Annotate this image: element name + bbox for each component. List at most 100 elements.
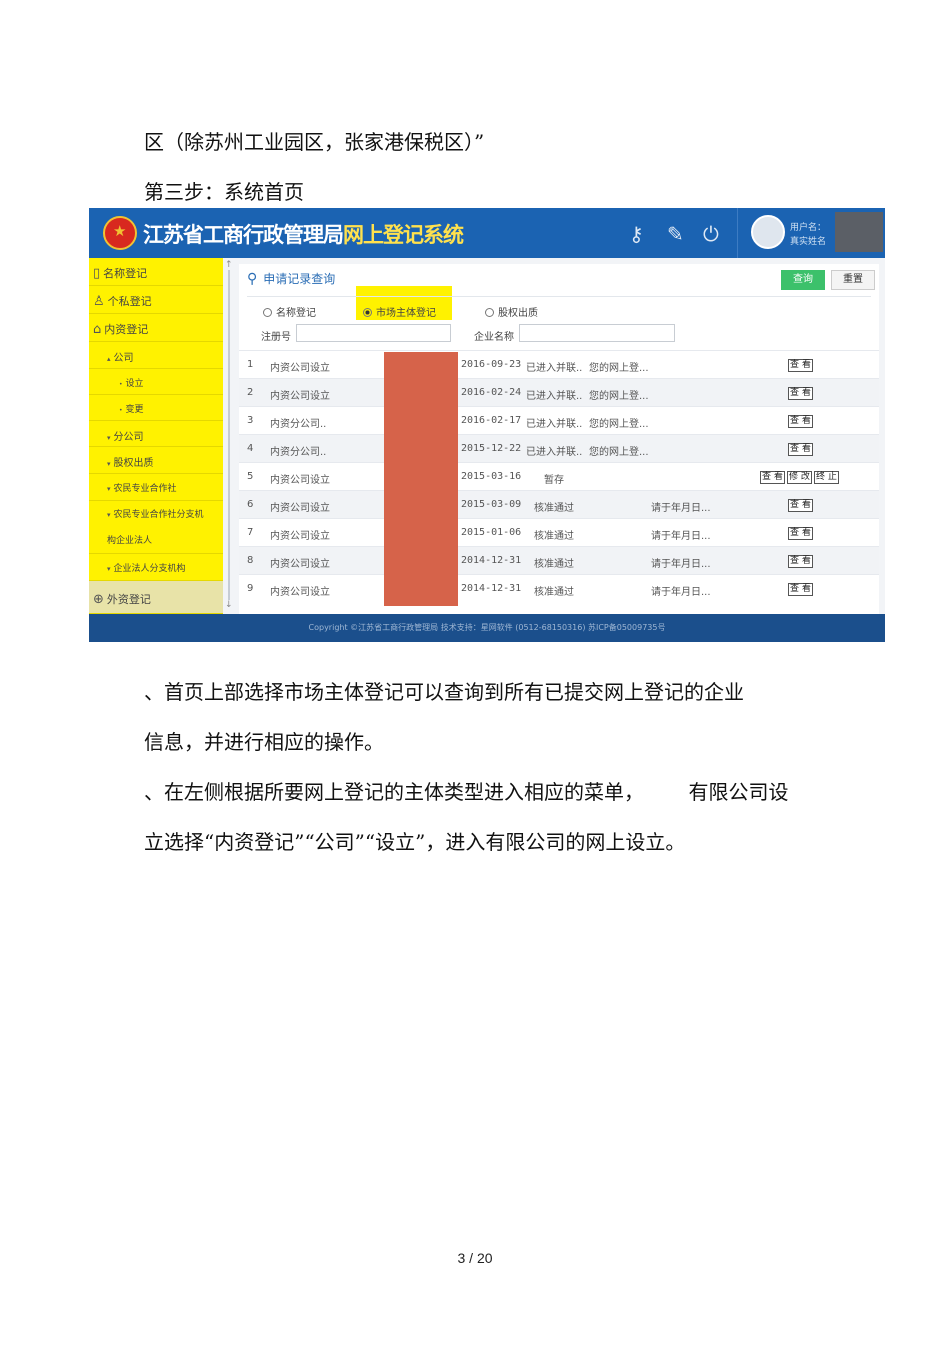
sidebar-item-coop-branch[interactable]: ▾ 农民专业合作社分支机 [89, 501, 223, 527]
radio-checked-icon [363, 308, 372, 317]
sidebar-item-label: 个私登记 [107, 295, 152, 308]
row-date: 2014-12-31 [461, 555, 522, 566]
row-note: 您的网上登... [589, 419, 649, 430]
building-icon: ⌂ [93, 322, 102, 337]
sidebar-item-branch[interactable]: ▾ 分公司 [89, 421, 223, 447]
row-status: 已进入并联.. [526, 363, 583, 374]
power-icon[interactable]: ⏻ [703, 222, 719, 246]
row-date: 2015-12-22 [461, 443, 522, 454]
view-button[interactable]: 查 看 [788, 415, 813, 428]
sidebar-item-coop[interactable]: ▾ 农民专业合作社 [89, 474, 223, 501]
row-type: 内资公司设立 [270, 475, 330, 486]
row-note: 您的网上登... [589, 391, 649, 402]
dot-icon: • [119, 381, 123, 388]
sidebar-item-label: 公司 [113, 353, 134, 364]
doc-paragraph-1b: 信息，并进行相应的操作。 [144, 730, 384, 754]
view-button[interactable]: 查 看 [788, 555, 813, 568]
view-button[interactable]: 查 看 [788, 387, 813, 400]
company-name-label: 企业名称 [474, 332, 514, 343]
table-row[interactable]: 7 内资公司设立 2015-01-06 核准通过 请于年月日... 查 看 [239, 518, 879, 546]
company-name-input[interactable] [519, 324, 675, 342]
row-note: 请于年月日... [651, 587, 711, 598]
page-number: 3 / 20 [457, 1250, 493, 1266]
radio-equity-pledge[interactable]: 股权出质 [485, 304, 538, 319]
row-type: 内资公司设立 [270, 363, 330, 374]
app-title: 江苏省工商行政管理局网上登记系统 [143, 219, 464, 249]
row-note: 请于年月日... [651, 531, 711, 542]
row-date: 2015-03-16 [461, 471, 522, 482]
row-date: 2016-02-24 [461, 387, 522, 398]
query-button[interactable]: 查询 [781, 270, 825, 290]
app-footer: Copyright ©江苏省工商行政管理局 技术支持：星网软件 (0512-68… [89, 614, 885, 642]
sidebar-item-private[interactable]: ♙ 个私登记 [89, 286, 223, 314]
radio-label: 市场主体登记 [376, 308, 436, 319]
row-date: 2016-09-23 [461, 359, 522, 370]
sidebar: ▯ 名称登记 ♙ 个私登记 ⌂ 内资登记 ▴ 公司 • 设立 • 变更 ▾ 分公司 ▾ 股权出质… [89, 258, 223, 614]
sidebar-item-name-registration[interactable]: ▯ 名称登记 [89, 258, 223, 286]
user-edit-icon[interactable]: ✎ [667, 222, 684, 246]
scroll-up-icon[interactable]: ↑ [225, 260, 233, 270]
sidebar-item-foreign[interactable]: ⊕ 外资登记 [89, 581, 223, 614]
row-type: 内资公司设立 [270, 503, 330, 514]
view-button[interactable]: 查 看 [788, 443, 813, 456]
row-type: 内资公司设立 [270, 531, 330, 542]
view-button[interactable]: 查 看 [760, 471, 785, 484]
doc-paragraph-1a: 、首页上部选择市场主体登记可以查询到所有已提交网上登记的企业 [144, 680, 744, 704]
table-row[interactable]: 5 内资公司设立 2015-03-16 暂存 查 看 修 改 终 止 [239, 462, 879, 490]
divider [247, 296, 871, 297]
caret-down-icon: ▾ [107, 565, 111, 573]
table-row[interactable]: 6 内资公司设立 2015-03-09 核准通过 请于年月日... 查 看 [239, 490, 879, 518]
reset-button[interactable]: 重置 [831, 270, 875, 290]
view-button[interactable]: 查 看 [788, 527, 813, 540]
sidebar-item-label: 农民专业合作社 [113, 484, 177, 494]
search-icon: ⚲ [247, 271, 258, 287]
view-button[interactable]: 查 看 [788, 499, 813, 512]
sidebar-item-label: 设立 [125, 379, 144, 389]
app-header: 江苏省工商行政管理局网上登记系统 ⚷ ✎ ⏻ 用户名： 真实姓名 [89, 208, 885, 258]
sidebar-item-domestic[interactable]: ⌂ 内资登记 [89, 314, 223, 342]
row-index: 4 [247, 443, 254, 454]
reg-no-input[interactable] [296, 324, 451, 342]
table-row[interactable]: 1 内资公司设立 2016-09-23 已进入并联.. 您的网上登... 查 看 [239, 350, 879, 378]
radio-name-registration[interactable]: 名称登记 [263, 304, 316, 319]
row-status: 核准通过 [534, 559, 574, 570]
dot-icon: • [119, 407, 123, 414]
table-row[interactable]: 4 内资分公司.. 2015-12-22 已进入并联.. 您的网上登... 查 看 [239, 434, 879, 462]
sidebar-item-equity-pledge[interactable]: ▾ 股权出质 [89, 447, 223, 474]
scroll-down-icon[interactable]: ↓ [225, 600, 233, 610]
sidebar-item-legal-person[interactable]: 构企业法人 [89, 527, 223, 554]
row-note: 您的网上登... [589, 447, 649, 458]
table-row[interactable]: 8 内资公司设立 2014-12-31 核准通过 请于年月日... 查 看 [239, 546, 879, 574]
row-note: 您的网上登... [589, 363, 649, 374]
view-button[interactable]: 查 看 [788, 583, 813, 596]
sidebar-item-company[interactable]: ▴ 公司 [89, 342, 223, 369]
sidebar-scrollbar[interactable]: ↑ ↓ [225, 260, 233, 612]
table-row[interactable]: 2 内资公司设立 2016-02-24 已进入并联.. 您的网上登... 查 看 [239, 378, 879, 406]
step-heading: 第三步：系统首页 [144, 180, 304, 204]
sidebar-item-label: 企业法人分支机构 [113, 564, 186, 574]
redacted-user-box [835, 212, 883, 252]
row-status: 已进入并联.. [526, 419, 583, 430]
sidebar-item-label: 名称登记 [103, 267, 148, 280]
edit-button[interactable]: 修 改 [787, 471, 812, 484]
caret-down-icon: ▾ [107, 434, 111, 442]
row-note: 请于年月日... [651, 503, 711, 514]
avatar[interactable] [751, 215, 785, 249]
table-row[interactable]: 9 内资公司设立 2014-12-31 核准通过 请于年月日... 查 看 [239, 574, 879, 602]
key-icon[interactable]: ⚷ [629, 222, 644, 246]
radio-market-entity[interactable]: 市场主体登记 [363, 304, 436, 319]
row-type: 内资公司设立 [270, 391, 330, 402]
user-label: 用户名： [790, 223, 827, 233]
row-index: 3 [247, 415, 254, 426]
terminate-button[interactable]: 终 止 [814, 471, 839, 484]
row-index: 5 [247, 471, 254, 482]
caret-down-icon: ▾ [107, 460, 111, 468]
sidebar-item-establish[interactable]: • 设立 [89, 369, 223, 395]
table-row[interactable]: 3 内资分公司.. 2016-02-17 已进入并联.. 您的网上登... 查 看 [239, 406, 879, 434]
caret-down-icon: ▾ [107, 485, 111, 493]
view-button[interactable]: 查 看 [788, 359, 813, 372]
row-date: 2016-02-17 [461, 415, 522, 426]
row-status: 核准通过 [534, 587, 574, 598]
sidebar-item-legal-branch[interactable]: ▾ 企业法人分支机构 [89, 554, 223, 581]
sidebar-item-change[interactable]: • 变更 [89, 395, 223, 421]
